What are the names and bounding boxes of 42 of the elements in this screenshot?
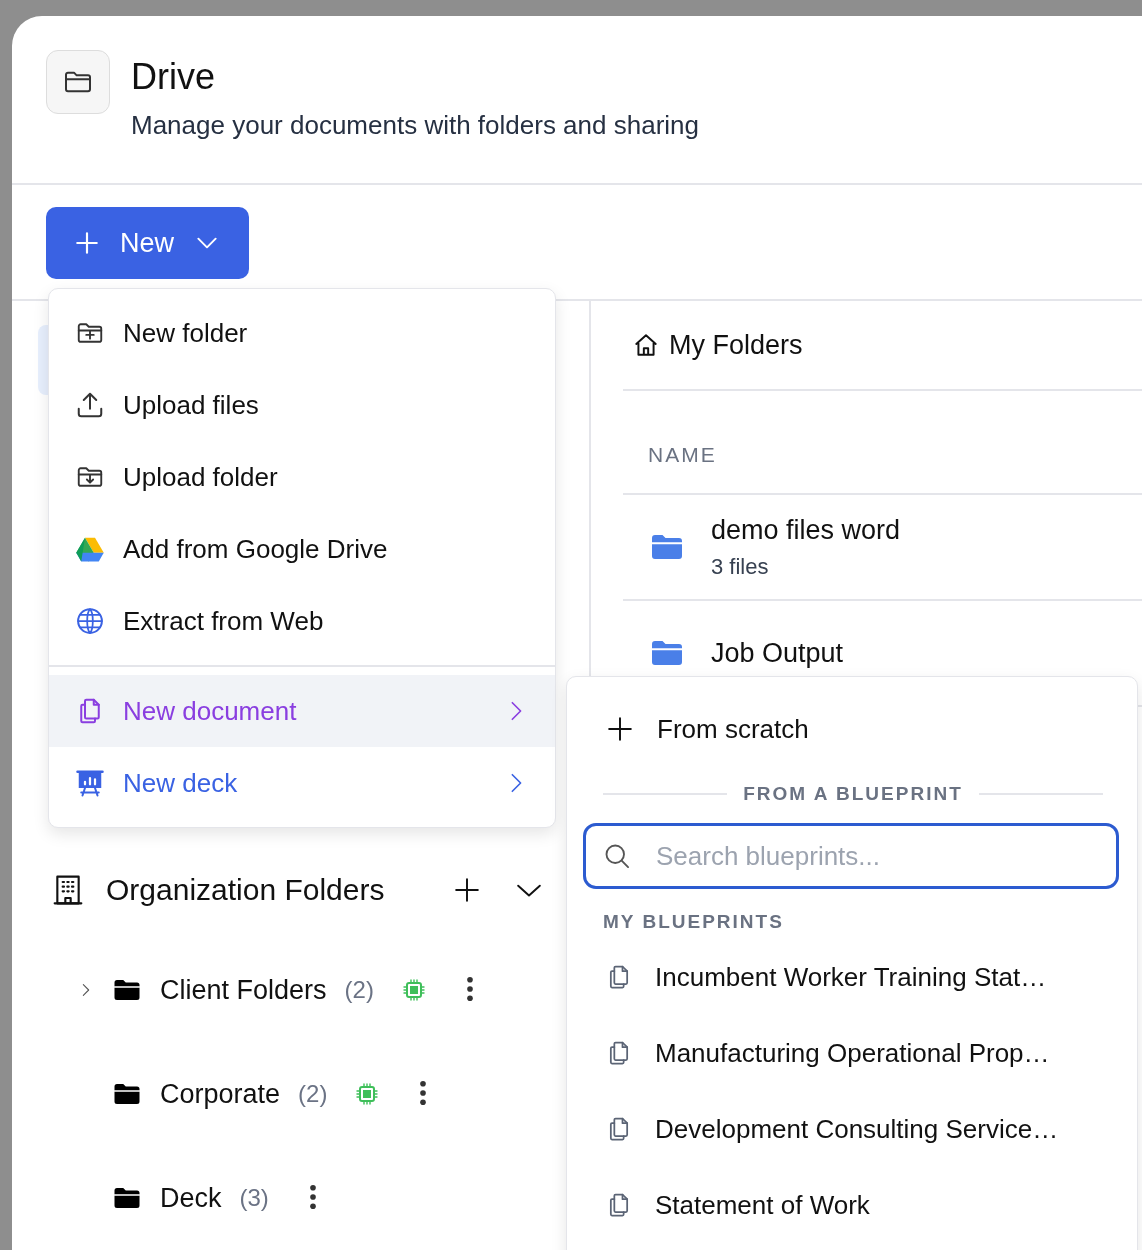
menu-item[interactable]: Upload files [49, 369, 555, 441]
menu-item[interactable]: Statement of Work [583, 1167, 1119, 1243]
menu-item[interactable]: From scratch [583, 697, 1119, 761]
menu-item[interactable]: Manufacturing Operational Prop… [583, 1015, 1119, 1091]
new-button[interactable]: New [46, 207, 249, 279]
home-icon [633, 332, 659, 358]
menu-item[interactable]: New document [49, 675, 555, 747]
plus-icon [607, 716, 633, 742]
menu-item[interactable]: Development Consulting Service… [583, 1091, 1119, 1167]
plus-icon [454, 877, 480, 903]
section-label: MY BLUEPRINTS [603, 911, 785, 933]
folder-name[interactable]: Job Output [711, 637, 844, 669]
menu-item[interactable]: Extract from Web [49, 585, 555, 657]
item-count: (2) [344, 976, 374, 1004]
menu-item[interactable]: Add from Google Drive [49, 513, 555, 585]
page-title: Drive [131, 56, 216, 98]
presentation-icon [75, 768, 105, 798]
more-vertical-icon [419, 1079, 428, 1106]
folder-name[interactable]: Client Folders [160, 974, 327, 1006]
menu-item[interactable]: Incumbent Worker Training Stat… [583, 939, 1119, 1015]
plus-icon [74, 230, 100, 256]
building-icon [52, 873, 84, 907]
menu-item[interactable]: New deck [49, 747, 555, 819]
search-icon [603, 842, 631, 870]
search-field[interactable]: Search blueprints... [583, 823, 1119, 889]
menu-item[interactable]: New folder [49, 297, 555, 369]
breadcrumb-title: My Folders [669, 329, 803, 361]
more-vertical-icon [465, 975, 474, 1002]
folder-name[interactable]: demo files word [711, 514, 901, 546]
page-subtitle: Manage your documents with folders and sharing [131, 110, 699, 141]
file-count: 3 files [711, 553, 770, 580]
item-count: (3) [239, 1184, 269, 1212]
globe-icon [75, 606, 105, 636]
folder-name[interactable]: Corporate [160, 1078, 281, 1110]
section-title: Organization Folders [106, 873, 386, 907]
section-label: FROM A BLUEPRINT [743, 783, 963, 805]
item-count: (2) [298, 1080, 328, 1108]
folder-name[interactable]: Deck [160, 1182, 222, 1214]
more-vertical-icon [308, 1183, 317, 1210]
menu-item[interactable]: Upload folder [49, 441, 555, 513]
upload-icon [75, 390, 105, 420]
column-header: NAME [648, 443, 717, 467]
